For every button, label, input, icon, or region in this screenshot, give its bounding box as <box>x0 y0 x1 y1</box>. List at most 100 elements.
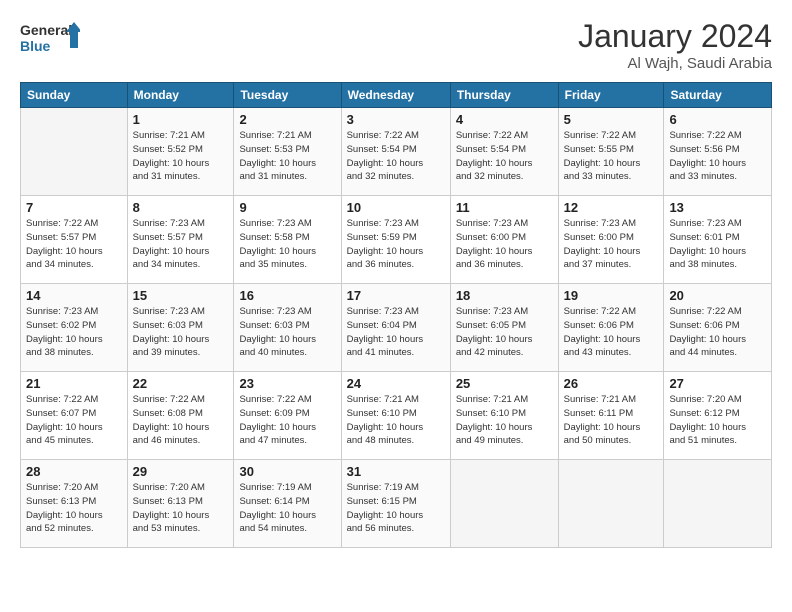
day-number: 10 <box>347 200 445 215</box>
header-row: Sunday Monday Tuesday Wednesday Thursday… <box>21 83 772 108</box>
day-detail: Sunrise: 7:22 AMSunset: 6:07 PMDaylight:… <box>26 393 122 448</box>
logo: General Blue <box>20 18 80 58</box>
col-friday: Friday <box>558 83 664 108</box>
calendar-cell <box>664 460 772 548</box>
day-detail: Sunrise: 7:23 AMSunset: 5:59 PMDaylight:… <box>347 217 445 272</box>
day-number: 26 <box>564 376 659 391</box>
day-number: 21 <box>26 376 122 391</box>
day-number: 23 <box>239 376 335 391</box>
day-detail: Sunrise: 7:20 AMSunset: 6:12 PMDaylight:… <box>669 393 766 448</box>
calendar-cell: 29 Sunrise: 7:20 AMSunset: 6:13 PMDayligh… <box>127 460 234 548</box>
day-number: 27 <box>669 376 766 391</box>
day-detail: Sunrise: 7:21 AMSunset: 6:10 PMDaylight:… <box>347 393 445 448</box>
col-wednesday: Wednesday <box>341 83 450 108</box>
calendar-cell: 3Sunrise: 7:22 AMSunset: 5:54 PMDaylight… <box>341 108 450 196</box>
day-detail: Sunrise: 7:22 AMSunset: 5:55 PMDaylight:… <box>564 129 659 184</box>
day-detail: Sunrise: 7:22 AMSunset: 6:06 PMDaylight:… <box>669 305 766 360</box>
svg-text:Blue: Blue <box>20 38 51 54</box>
col-tuesday: Tuesday <box>234 83 341 108</box>
calendar-cell: 17 Sunrise: 7:23 AMSunset: 6:04 PMDayligh… <box>341 284 450 372</box>
page: General Blue January 2024 Al Wajh, Saudi… <box>0 0 792 612</box>
day-number: 7 <box>26 200 122 215</box>
calendar-cell: 31Sunrise: 7:19 AMSunset: 6:15 PMDayligh… <box>341 460 450 548</box>
month-title: January 2024 <box>578 18 772 55</box>
day-detail: Sunrise: 7:23 AMSunset: 6:00 PMDaylight:… <box>456 217 553 272</box>
calendar-cell: 7 Sunrise: 7:22 AMSunset: 5:57 PMDaylight… <box>21 196 128 284</box>
calendar-header: Sunday Monday Tuesday Wednesday Thursday… <box>21 83 772 108</box>
calendar-cell: 18Sunrise: 7:23 AMSunset: 6:05 PMDayligh… <box>450 284 558 372</box>
col-monday: Monday <box>127 83 234 108</box>
calendar-cell: 13 Sunrise: 7:23 AMSunset: 6:01 PMDayligh… <box>664 196 772 284</box>
day-detail: Sunrise: 7:19 AMSunset: 6:15 PMDaylight:… <box>347 481 445 536</box>
day-detail: Sunrise: 7:23 AMSunset: 6:01 PMDaylight:… <box>669 217 766 272</box>
calendar-cell: 27 Sunrise: 7:20 AMSunset: 6:12 PMDayligh… <box>664 372 772 460</box>
col-sunday: Sunday <box>21 83 128 108</box>
calendar-body: 1Sunrise: 7:21 AMSunset: 5:52 PMDaylight… <box>21 108 772 548</box>
calendar-cell: 15 Sunrise: 7:23 AMSunset: 6:03 PMDayligh… <box>127 284 234 372</box>
day-detail: Sunrise: 7:21 AMSunset: 5:52 PMDaylight:… <box>133 129 229 184</box>
day-number: 30 <box>239 464 335 479</box>
calendar-cell: 8 Sunrise: 7:23 AMSunset: 5:57 PMDaylight… <box>127 196 234 284</box>
day-number: 11 <box>456 200 553 215</box>
calendar-cell: 11 Sunrise: 7:23 AMSunset: 6:00 PMDayligh… <box>450 196 558 284</box>
location-subtitle: Al Wajh, Saudi Arabia <box>578 55 772 72</box>
col-thursday: Thursday <box>450 83 558 108</box>
calendar-cell <box>558 460 664 548</box>
day-detail: Sunrise: 7:22 AMSunset: 5:54 PMDaylight:… <box>456 129 553 184</box>
day-detail: Sunrise: 7:20 AMSunset: 6:13 PMDaylight:… <box>133 481 229 536</box>
day-detail: Sunrise: 7:23 AMSunset: 5:57 PMDaylight:… <box>133 217 229 272</box>
calendar-cell: 26 Sunrise: 7:21 AMSunset: 6:11 PMDayligh… <box>558 372 664 460</box>
calendar-cell: 2 Sunrise: 7:21 AMSunset: 5:53 PMDaylight… <box>234 108 341 196</box>
day-number: 22 <box>133 376 229 391</box>
calendar-cell: 14Sunrise: 7:23 AMSunset: 6:02 PMDayligh… <box>21 284 128 372</box>
day-detail: Sunrise: 7:20 AMSunset: 6:13 PMDaylight:… <box>26 481 122 536</box>
day-number: 15 <box>133 288 229 303</box>
day-detail: Sunrise: 7:23 AMSunset: 6:02 PMDaylight:… <box>26 305 122 360</box>
day-detail: Sunrise: 7:21 AMSunset: 5:53 PMDaylight:… <box>239 129 335 184</box>
logo-svg: General Blue <box>20 18 80 58</box>
calendar-cell: 22Sunrise: 7:22 AMSunset: 6:08 PMDayligh… <box>127 372 234 460</box>
calendar-week-5: 28Sunrise: 7:20 AMSunset: 6:13 PMDayligh… <box>21 460 772 548</box>
calendar-table: Sunday Monday Tuesday Wednesday Thursday… <box>20 82 772 548</box>
calendar-cell: 30 Sunrise: 7:19 AMSunset: 6:14 PMDayligh… <box>234 460 341 548</box>
day-number: 29 <box>133 464 229 479</box>
calendar-cell: 20 Sunrise: 7:22 AMSunset: 6:06 PMDayligh… <box>664 284 772 372</box>
day-detail: Sunrise: 7:22 AMSunset: 5:57 PMDaylight:… <box>26 217 122 272</box>
day-number: 13 <box>669 200 766 215</box>
calendar-cell: 9 Sunrise: 7:23 AMSunset: 5:58 PMDaylight… <box>234 196 341 284</box>
day-number: 8 <box>133 200 229 215</box>
calendar-cell: 24 Sunrise: 7:21 AMSunset: 6:10 PMDayligh… <box>341 372 450 460</box>
day-number: 9 <box>239 200 335 215</box>
calendar-cell: 19 Sunrise: 7:22 AMSunset: 6:06 PMDayligh… <box>558 284 664 372</box>
calendar-cell: 1Sunrise: 7:21 AMSunset: 5:52 PMDaylight… <box>127 108 234 196</box>
calendar-cell: 16Sunrise: 7:23 AMSunset: 6:03 PMDayligh… <box>234 284 341 372</box>
day-number: 2 <box>239 112 335 127</box>
day-number: 12 <box>564 200 659 215</box>
day-detail: Sunrise: 7:23 AMSunset: 6:03 PMDaylight:… <box>239 305 335 360</box>
day-detail: Sunrise: 7:22 AMSunset: 6:09 PMDaylight:… <box>239 393 335 448</box>
calendar-week-3: 14Sunrise: 7:23 AMSunset: 6:02 PMDayligh… <box>21 284 772 372</box>
title-block: January 2024 Al Wajh, Saudi Arabia <box>578 18 772 72</box>
day-number: 6 <box>669 112 766 127</box>
calendar-week-4: 21 Sunrise: 7:22 AMSunset: 6:07 PMDayligh… <box>21 372 772 460</box>
day-detail: Sunrise: 7:21 AMSunset: 6:11 PMDaylight:… <box>564 393 659 448</box>
day-number: 20 <box>669 288 766 303</box>
day-number: 24 <box>347 376 445 391</box>
day-detail: Sunrise: 7:22 AMSunset: 5:56 PMDaylight:… <box>669 129 766 184</box>
calendar-cell: 21 Sunrise: 7:22 AMSunset: 6:07 PMDayligh… <box>21 372 128 460</box>
calendar-cell: 23 Sunrise: 7:22 AMSunset: 6:09 PMDayligh… <box>234 372 341 460</box>
day-detail: Sunrise: 7:23 AMSunset: 5:58 PMDaylight:… <box>239 217 335 272</box>
day-detail: Sunrise: 7:23 AMSunset: 6:03 PMDaylight:… <box>133 305 229 360</box>
day-detail: Sunrise: 7:23 AMSunset: 6:00 PMDaylight:… <box>564 217 659 272</box>
day-number: 17 <box>347 288 445 303</box>
calendar-cell: 28Sunrise: 7:20 AMSunset: 6:13 PMDayligh… <box>21 460 128 548</box>
day-detail: Sunrise: 7:23 AMSunset: 6:04 PMDaylight:… <box>347 305 445 360</box>
day-detail: Sunrise: 7:19 AMSunset: 6:14 PMDaylight:… <box>239 481 335 536</box>
day-detail: Sunrise: 7:22 AMSunset: 6:06 PMDaylight:… <box>564 305 659 360</box>
calendar-cell: 25Sunrise: 7:21 AMSunset: 6:10 PMDayligh… <box>450 372 558 460</box>
day-detail: Sunrise: 7:21 AMSunset: 6:10 PMDaylight:… <box>456 393 553 448</box>
day-number: 19 <box>564 288 659 303</box>
day-detail: Sunrise: 7:23 AMSunset: 6:05 PMDaylight:… <box>456 305 553 360</box>
calendar-cell <box>21 108 128 196</box>
col-saturday: Saturday <box>664 83 772 108</box>
